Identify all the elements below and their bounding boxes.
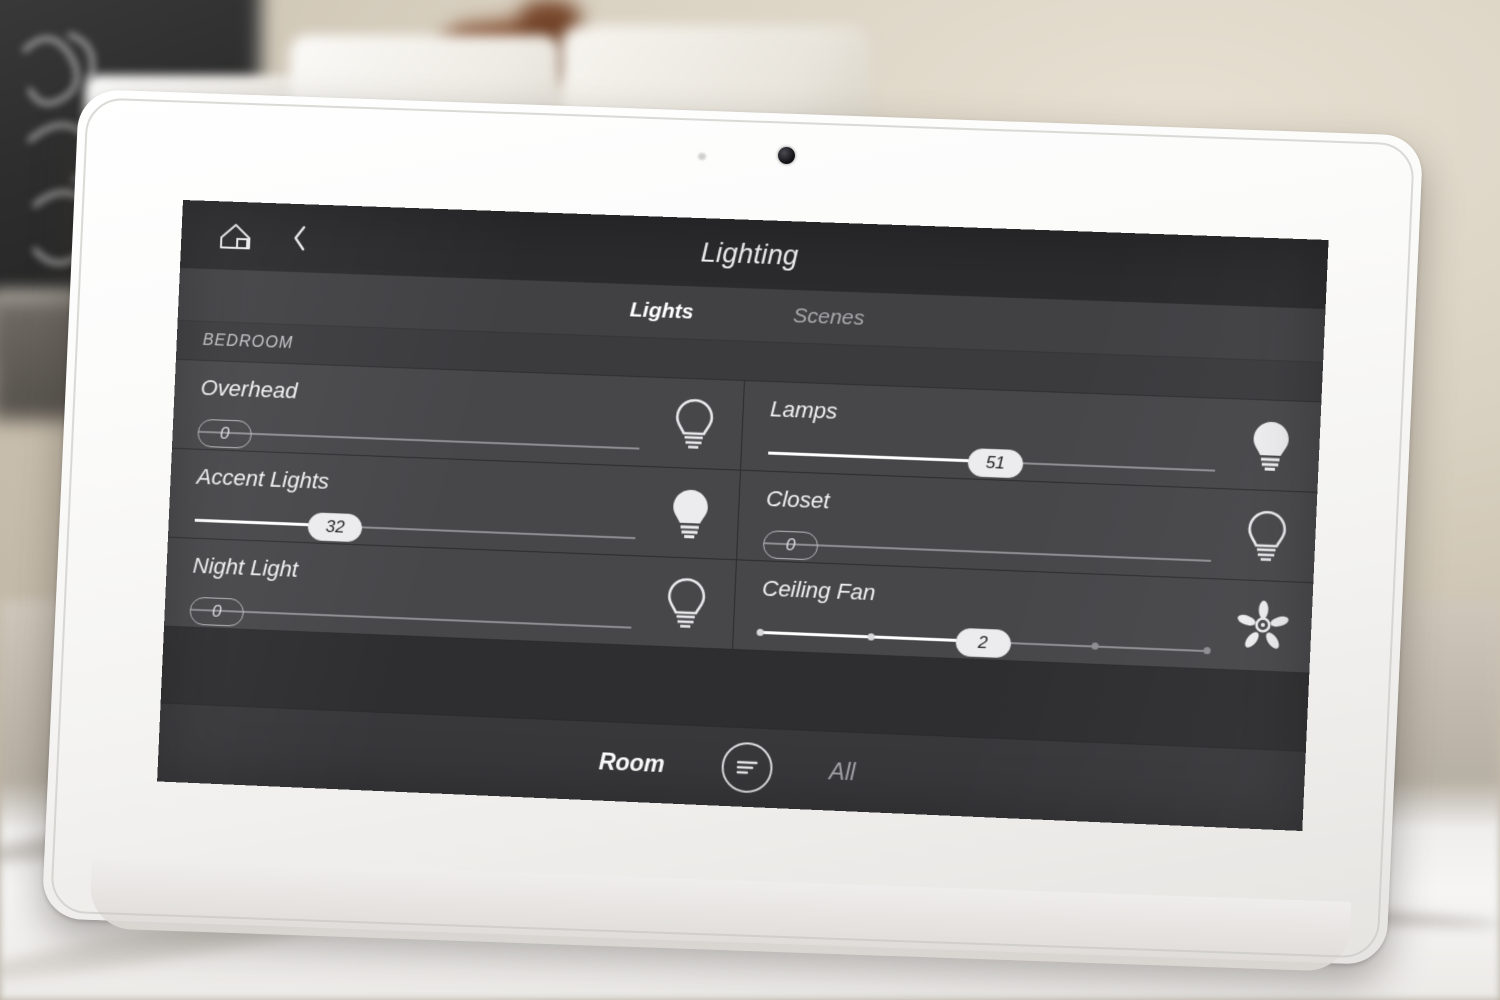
lights-grid: Overhead 0 Lamps 51 Accent Lights 32 Clo… xyxy=(164,359,1322,674)
chevron-left-icon xyxy=(293,225,305,251)
fan-step-tick-3[interactable] xyxy=(1091,642,1099,650)
tab-scenes[interactable]: Scenes xyxy=(786,302,871,333)
slider-track xyxy=(198,430,640,450)
slider-thumb[interactable]: 0 xyxy=(197,418,253,449)
lightbulb-outline-icon xyxy=(664,576,709,630)
light-toggle-lamps[interactable] xyxy=(1236,418,1306,473)
light-name: Lamps xyxy=(769,396,838,424)
fan-step-tick-4[interactable] xyxy=(1203,646,1211,655)
slider-thumb[interactable]: 2 xyxy=(954,627,1012,659)
light-name: Ceiling Fan xyxy=(761,575,877,606)
slider-fill xyxy=(768,451,996,464)
light-toggle-overhead[interactable] xyxy=(660,396,729,451)
filter-button[interactable] xyxy=(720,741,774,794)
lightbulb-filled-icon xyxy=(672,489,709,540)
screen: Lighting Lights Scenes BEDROOM Overhead xyxy=(157,200,1329,832)
light-name: Overhead xyxy=(200,374,298,404)
home-button[interactable] xyxy=(213,215,259,257)
camera-icon xyxy=(778,147,795,164)
slider-thumb[interactable]: 32 xyxy=(307,512,363,543)
fan-toggle[interactable] xyxy=(1228,599,1298,652)
light-name: Accent Lights xyxy=(196,463,330,494)
home-icon xyxy=(219,223,251,250)
slider-track xyxy=(764,542,1212,562)
ceiling-fan-icon xyxy=(1236,600,1290,651)
light-toggle-night-light[interactable] xyxy=(652,575,721,630)
touchscreen-device: Lighting Lights Scenes BEDROOM Overhead xyxy=(0,0,1500,1000)
lightbulb-outline-icon xyxy=(1244,508,1290,562)
back-button[interactable] xyxy=(281,218,319,259)
light-toggle-closet[interactable] xyxy=(1232,508,1302,563)
scope-button-all[interactable]: All xyxy=(829,757,856,785)
sort-lines-circle-icon xyxy=(733,756,760,779)
lightbulb-filled-icon xyxy=(1252,421,1290,472)
slider-thumb[interactable]: 51 xyxy=(967,448,1024,479)
ambient-light-sensor-icon xyxy=(698,153,706,160)
fan-step-tick-1[interactable] xyxy=(867,633,876,641)
fan-step-tick-0[interactable] xyxy=(756,628,764,637)
lightbulb-outline-icon xyxy=(672,397,717,451)
slider-thumb[interactable]: 0 xyxy=(762,530,819,561)
light-name: Closet xyxy=(765,485,831,514)
scope-button-room[interactable]: Room xyxy=(598,748,665,778)
slider-thumb[interactable]: 0 xyxy=(189,596,245,627)
slider-track xyxy=(190,608,632,629)
light-toggle-accent-lights[interactable] xyxy=(656,486,725,541)
light-name: Night Light xyxy=(192,552,299,582)
tab-lights[interactable]: Lights xyxy=(623,296,700,327)
